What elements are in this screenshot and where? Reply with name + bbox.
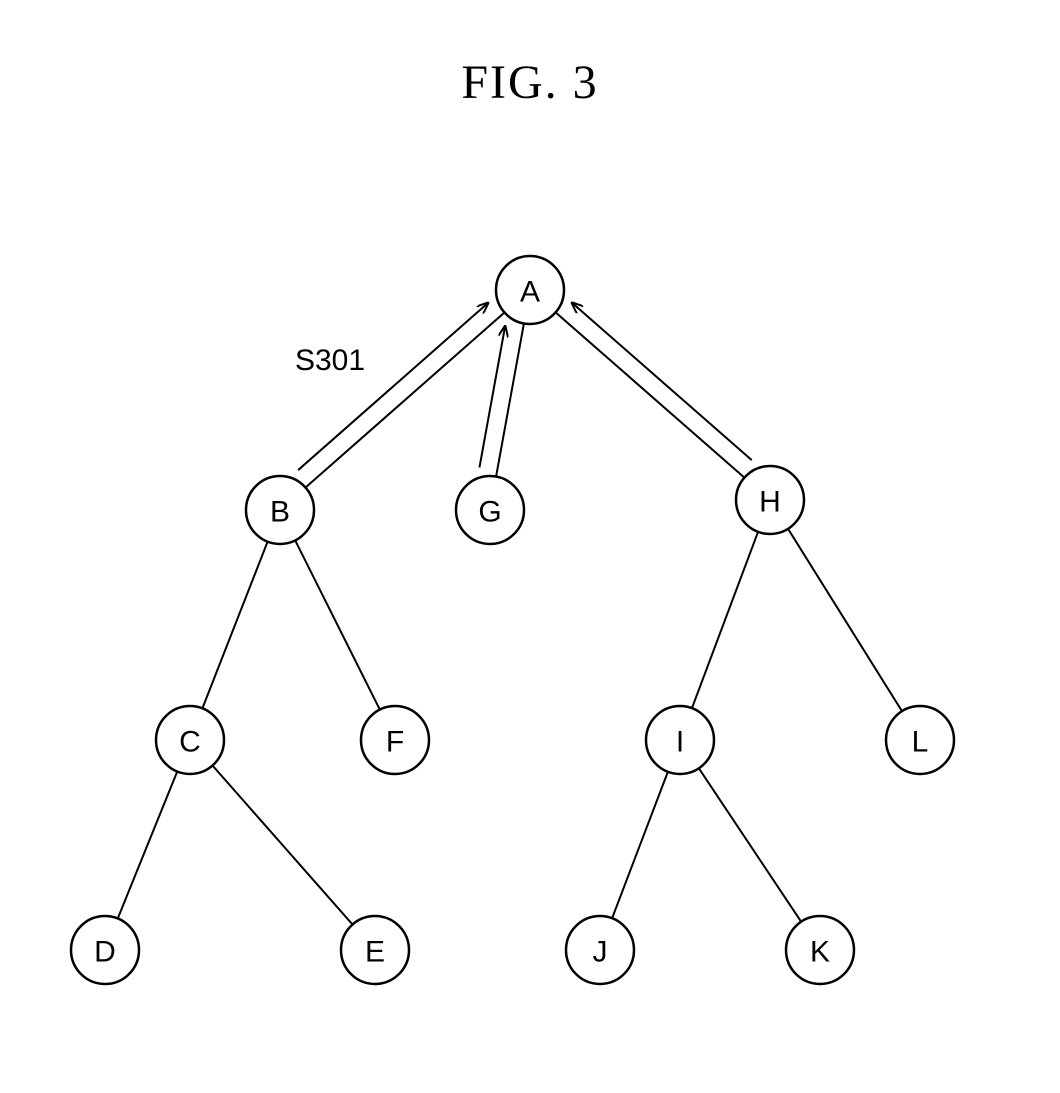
- edge-I-J: [612, 772, 668, 918]
- node-label-I: I: [676, 726, 684, 759]
- edge-I-K: [699, 768, 801, 921]
- node-label-K: K: [810, 936, 830, 969]
- edge-B-C: [202, 542, 267, 709]
- edge-A-H: [556, 312, 745, 477]
- edge-B-F: [295, 540, 380, 709]
- edge-H-I: [692, 532, 758, 708]
- node-label-A: A: [520, 276, 540, 309]
- edge-A-G: [496, 323, 524, 476]
- edge-H-L: [788, 529, 902, 711]
- node-label-E: E: [365, 936, 385, 969]
- edge-C-D: [118, 772, 177, 919]
- node-label-J: J: [593, 936, 608, 969]
- tree-diagram: A B G H C F I L D E J K S301: [0, 0, 1060, 1093]
- edge-C-E: [212, 766, 352, 925]
- node-label-F: F: [386, 726, 404, 759]
- node-label-L: L: [912, 726, 929, 759]
- node-label-C: C: [179, 726, 201, 759]
- arrow-H-A: [572, 303, 752, 460]
- node-label-D: D: [94, 936, 116, 969]
- arrow-B-A: [298, 303, 488, 470]
- node-label-B: B: [270, 496, 290, 529]
- node-label-H: H: [759, 486, 781, 519]
- node-label-G: G: [478, 496, 501, 529]
- edge-A-B: [306, 312, 505, 487]
- arrow-label-S301: S301: [295, 344, 365, 377]
